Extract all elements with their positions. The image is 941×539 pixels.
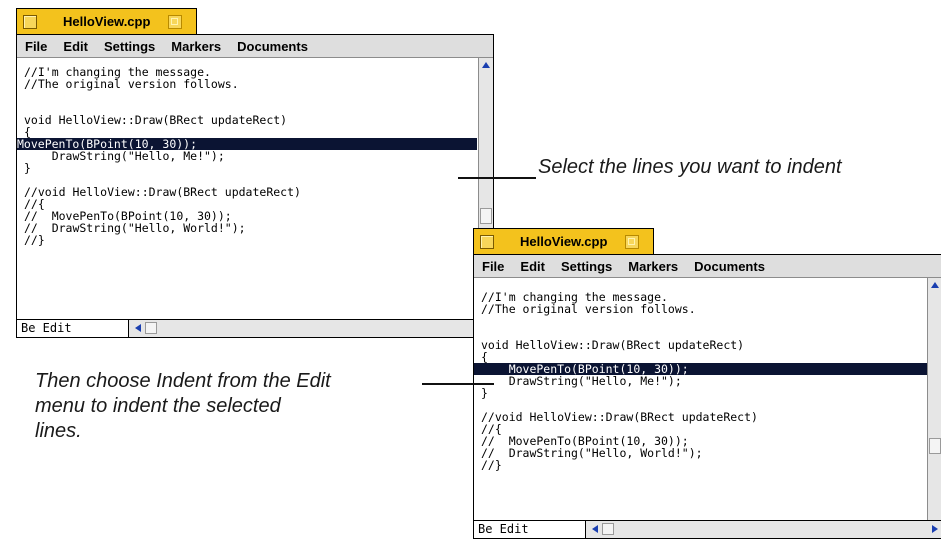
status-label: Be Edit xyxy=(17,320,129,337)
callout-select-lines: Select the lines you want to indent xyxy=(538,156,842,178)
scroll-right-arrow-icon[interactable] xyxy=(932,525,938,533)
scroll-up-arrow-icon[interactable] xyxy=(482,62,490,68)
code-line: //void HelloView::Draw(BRect updateRect) xyxy=(481,410,758,424)
window-frame: File Edit Settings Markers Documents //I… xyxy=(473,254,941,539)
status-bar: Be Edit xyxy=(474,520,941,538)
code-line: DrawString("Hello, Me!"); xyxy=(24,149,225,163)
code-line: //void HelloView::Draw(BRect updateRect) xyxy=(24,185,301,199)
menu-documents[interactable]: Documents xyxy=(694,259,765,274)
close-box-icon[interactable] xyxy=(480,234,494,249)
menu-settings[interactable]: Settings xyxy=(561,259,612,274)
code-line: //The original version follows. xyxy=(481,302,696,316)
menu-edit[interactable]: Edit xyxy=(63,39,88,54)
code-line: //} xyxy=(481,458,502,472)
code-line: } xyxy=(24,161,31,175)
menu-settings[interactable]: Settings xyxy=(104,39,155,54)
scroll-left-arrow-icon[interactable] xyxy=(135,324,141,332)
code-line: // DrawString("Hello, World!"); xyxy=(481,446,703,460)
code-line: DrawString("Hello, Me!"); xyxy=(481,374,682,388)
horizontal-scrollbar[interactable] xyxy=(129,320,493,337)
scroll-left-arrow-icon[interactable] xyxy=(592,525,598,533)
horizontal-scrollbar[interactable] xyxy=(586,521,941,538)
callout-leader-line xyxy=(458,177,536,179)
editor-window-indented: HelloView.cpp File Edit Settings Markers… xyxy=(473,228,941,539)
code-line: void HelloView::Draw(BRect updateRect) xyxy=(24,113,288,127)
window-title: HelloView.cpp xyxy=(63,14,151,29)
scroll-up-arrow-icon[interactable] xyxy=(931,282,939,288)
code-editor[interactable]: //I'm changing the message. //The origin… xyxy=(474,278,927,520)
close-box-icon[interactable] xyxy=(23,14,37,29)
code-line: } xyxy=(481,386,488,400)
menu-markers[interactable]: Markers xyxy=(171,39,221,54)
window-title-tab[interactable]: HelloView.cpp xyxy=(473,228,654,254)
menu-file[interactable]: File xyxy=(482,259,504,274)
zoom-box-icon[interactable] xyxy=(625,234,640,249)
status-label: Be Edit xyxy=(474,521,586,538)
code-editor[interactable]: //I'm changing the message. //The origin… xyxy=(17,58,478,319)
menu-documents[interactable]: Documents xyxy=(237,39,308,54)
menu-bar: File Edit Settings Markers Documents xyxy=(474,255,941,278)
window-frame: File Edit Settings Markers Documents //I… xyxy=(16,34,494,338)
zoom-box-icon[interactable] xyxy=(168,14,183,29)
editor-window-original: HelloView.cpp File Edit Settings Markers… xyxy=(16,8,494,338)
menu-markers[interactable]: Markers xyxy=(628,259,678,274)
code-line: //} xyxy=(24,233,45,247)
callout-indent: Then choose Indent from the Edit menu to… xyxy=(35,370,331,442)
code-line: //The original version follows. xyxy=(24,77,239,91)
status-bar: Be Edit xyxy=(17,319,493,337)
window-title-tab[interactable]: HelloView.cpp xyxy=(16,8,197,34)
callout-leader-line xyxy=(422,383,494,385)
menu-bar: File Edit Settings Markers Documents xyxy=(17,35,493,58)
scroll-thumb[interactable] xyxy=(480,208,492,224)
window-title: HelloView.cpp xyxy=(520,234,608,249)
horizontal-scroll-thumb[interactable] xyxy=(602,523,614,535)
code-line: // DrawString("Hello, World!"); xyxy=(24,221,246,235)
vertical-scrollbar[interactable] xyxy=(927,278,941,520)
menu-edit[interactable]: Edit xyxy=(520,259,545,274)
menu-file[interactable]: File xyxy=(25,39,47,54)
horizontal-scroll-thumb[interactable] xyxy=(145,322,157,334)
code-line: void HelloView::Draw(BRect updateRect) xyxy=(481,338,745,352)
scroll-thumb[interactable] xyxy=(929,438,941,454)
